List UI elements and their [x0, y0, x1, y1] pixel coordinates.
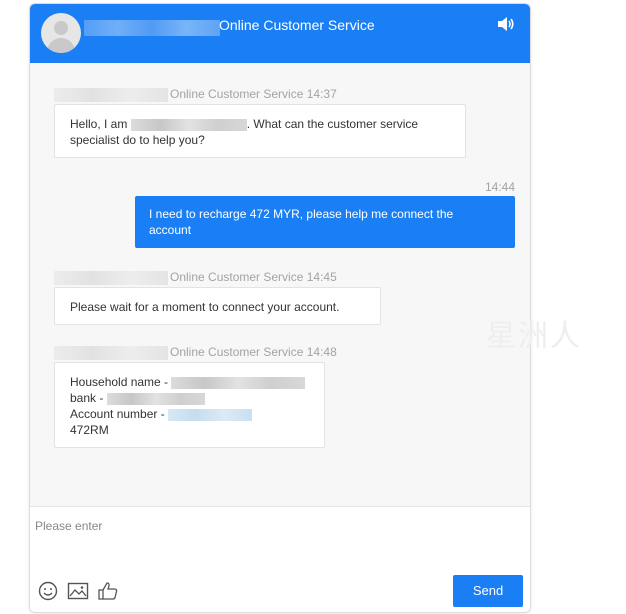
send-button[interactable]: Send [453, 575, 523, 607]
redacted-bank [106, 392, 205, 405]
chat-header: Online Customer Service [30, 4, 530, 63]
message-text: . What can the customer service [246, 117, 419, 131]
message-list: Online Customer Service 14:37 Hello, I a… [30, 63, 530, 506]
header-title: Online Customer Service [219, 17, 375, 33]
avatar [41, 13, 81, 53]
redacted-household-name [171, 376, 306, 389]
message-meta: Online Customer Service 14:45 [54, 270, 337, 285]
message-text: Please wait for a moment to connect your… [70, 300, 340, 314]
emoji-icon[interactable] [37, 581, 59, 601]
chat-window: Online Customer Service Online Customer … [29, 3, 531, 613]
redacted-sender [54, 270, 168, 285]
message-time: 14:44 [485, 180, 516, 194]
agent-message-bubble: Household name - bank - Account number -… [54, 362, 325, 448]
agent-message-bubble: Please wait for a moment to connect your… [54, 287, 381, 325]
message-meta: Online Customer Service 14:48 [54, 345, 337, 360]
message-meta-text: Online Customer Service 14:37 [170, 87, 337, 101]
message-input-area[interactable]: Please enter Send [30, 506, 530, 612]
watermark: 星洲人 [486, 319, 582, 354]
user-message-bubble: I need to recharge 472 MYR, please help … [135, 196, 515, 248]
message-meta-text: Online Customer Service 14:48 [170, 345, 337, 359]
avatar-head-shape [54, 21, 68, 35]
message-text: Hello, I am [70, 117, 128, 131]
message-text: 472RM [70, 423, 109, 437]
image-icon[interactable] [67, 581, 89, 601]
message-text: bank - [70, 391, 104, 405]
message-text: Account number - [70, 407, 165, 421]
message-meta: Online Customer Service 14:37 [54, 87, 337, 102]
redacted-account-number [168, 408, 253, 421]
avatar-body-shape [47, 38, 75, 53]
message-line: specialist do to help you? [70, 133, 205, 147]
redacted-sender [54, 345, 168, 360]
speaker-icon[interactable] [497, 16, 515, 32]
message-line: account [149, 223, 192, 237]
message-line: I need to recharge 472 MYR, please help … [149, 207, 454, 221]
redacted-sender [54, 87, 168, 102]
message-input[interactable]: Please enter [35, 519, 102, 533]
message-text: Household name - [70, 375, 169, 389]
agent-message-bubble: Hello, I am . What can the customer serv… [54, 104, 466, 158]
message-line: Account number - [70, 406, 309, 422]
message-line: Household name - [70, 374, 309, 390]
thumbs-up-icon[interactable] [97, 581, 119, 601]
redacted-name [130, 118, 247, 131]
message-meta-text: Online Customer Service 14:45 [170, 270, 337, 284]
redacted-agent-name [84, 20, 220, 36]
message-line: bank - [70, 390, 309, 406]
message-line: Hello, I am . What can the customer serv… [70, 116, 450, 132]
